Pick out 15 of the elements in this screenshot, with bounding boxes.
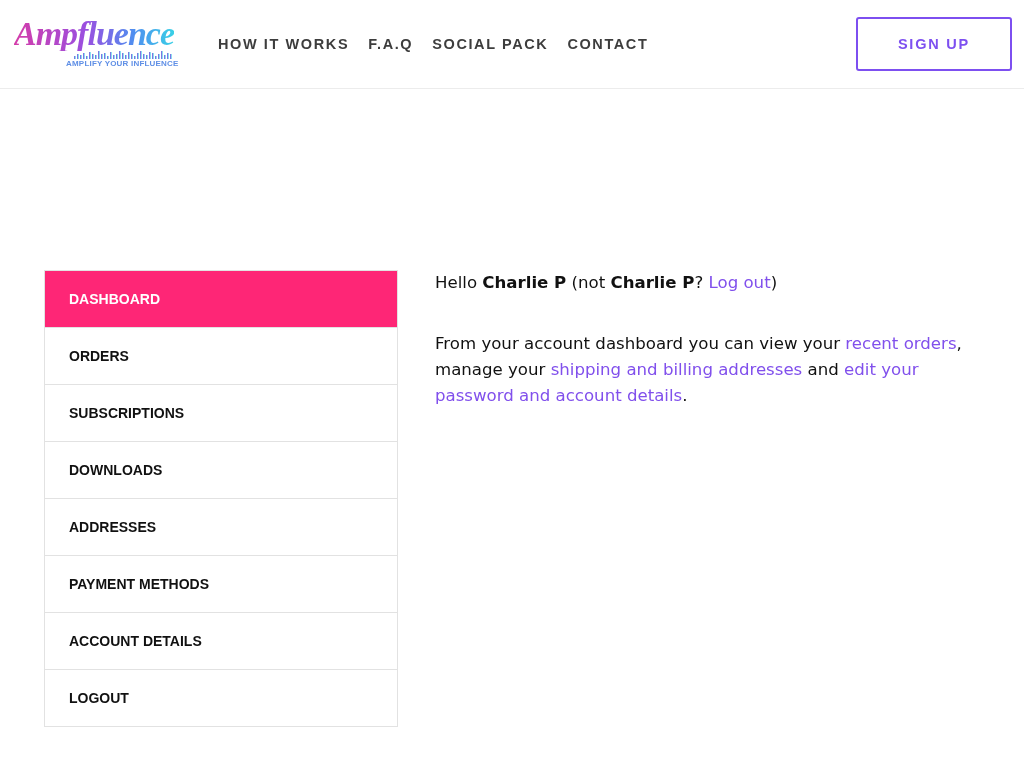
text-link[interactable]: shipping and billing addresses: [550, 360, 803, 379]
text-link[interactable]: Log out: [708, 273, 771, 292]
nav-link[interactable]: HOW IT WORKS: [218, 36, 350, 52]
text-link[interactable]: edit your: [844, 360, 919, 379]
text-link[interactable]: recent orders: [845, 334, 957, 353]
sign-up-button[interactable]: SIGN UP: [856, 17, 1012, 71]
logo-tagline: AMPLIFY YOUR INFLUENCE: [66, 59, 176, 69]
nav-link[interactable]: CONTACT: [567, 36, 649, 52]
greeting-text: Hello Charlie P (not Charlie P? Log out): [435, 272, 779, 294]
waveform-icon: [74, 51, 174, 59]
nav-link[interactable]: F.A.Q: [368, 36, 414, 52]
nav-link[interactable]: SOCIAL PACK: [432, 36, 549, 52]
dashboard-intro-text: From your account dashboard you can view your recent orders, manage your shipping and billing addresses and edit your password and account details.: [435, 333, 963, 407]
text-link[interactable]: password and account details: [435, 386, 683, 405]
account-menu-item[interactable]: DASHBOARD: [45, 270, 397, 327]
